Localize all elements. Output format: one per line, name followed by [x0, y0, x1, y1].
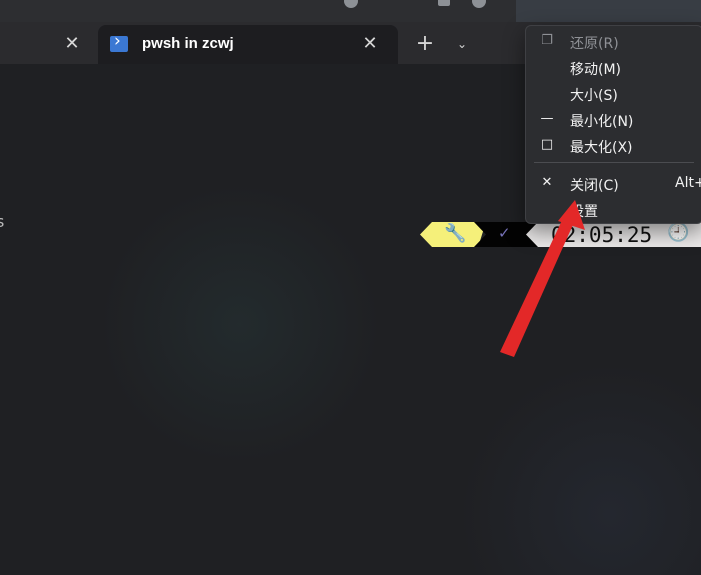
- menu-item-label: 设置: [570, 204, 598, 220]
- close-icon: ✕: [541, 175, 553, 190]
- menu-item-size[interactable]: 大小(S): [526, 81, 701, 107]
- check-icon: ✓: [498, 224, 511, 242]
- prompt-time: 02:05:25: [551, 223, 653, 247]
- restore-icon: ❐: [541, 33, 553, 48]
- tab-pwsh[interactable]: pwsh in zcwj ✕: [98, 25, 398, 64]
- prompt-bar: 🔧 ✓ 02:05:25 🕘: [420, 222, 701, 247]
- new-tab-button[interactable]: +: [413, 32, 437, 56]
- wrench-icon: 🔧: [444, 223, 467, 244]
- menu-item-maximize[interactable]: □ 最大化(X): [526, 133, 701, 159]
- close-icon[interactable]: ✕: [360, 34, 380, 54]
- chevron-down-icon[interactable]: ⌄: [452, 34, 472, 54]
- maximize-icon: □: [540, 137, 554, 152]
- menu-item-restore[interactable]: ❐ 还原(R): [526, 29, 701, 55]
- prompt-segment-time: 02:05:25 🕘: [526, 222, 701, 247]
- menu-item-label: 最小化(N): [570, 114, 634, 130]
- menu-item-move[interactable]: 移动(M): [526, 55, 701, 81]
- clock-icon: 🕘: [667, 222, 690, 243]
- topbar-icon: [438, 0, 450, 6]
- topbar-icon: [344, 0, 358, 8]
- top-right-strip-area: [516, 0, 701, 22]
- minimize-icon: —: [540, 111, 554, 126]
- menu-separator: [534, 162, 694, 163]
- system-context-menu: ❐ 还原(R) 移动(M) 大小(S) — 最小化(N) □ 最大化(X) ✕ …: [525, 25, 701, 224]
- top-window-strip: [0, 0, 701, 22]
- menu-item-settings[interactable]: 设置: [526, 197, 701, 223]
- menu-item-label: 移动(M): [570, 62, 622, 78]
- prompt-segment-wrench: 🔧: [420, 222, 486, 247]
- menu-item-label: 关闭(C): [570, 178, 619, 194]
- menu-item-minimize[interactable]: — 最小化(N): [526, 107, 701, 133]
- menu-item-label: 大小(S): [570, 88, 618, 104]
- powershell-icon: [110, 31, 128, 52]
- menu-item-label: 最大化(X): [570, 140, 633, 156]
- menu-item-close[interactable]: ✕ 关闭(C) Alt+: [526, 171, 701, 197]
- menu-item-label: 还原(R): [570, 36, 619, 52]
- close-tab-button[interactable]: ✕: [62, 34, 82, 54]
- terminal-partial-text: s: [0, 212, 5, 231]
- topbar-icon: [472, 0, 486, 8]
- menu-item-shortcut: Alt+: [675, 175, 701, 191]
- tab-title: pwsh in zcwj: [142, 35, 234, 52]
